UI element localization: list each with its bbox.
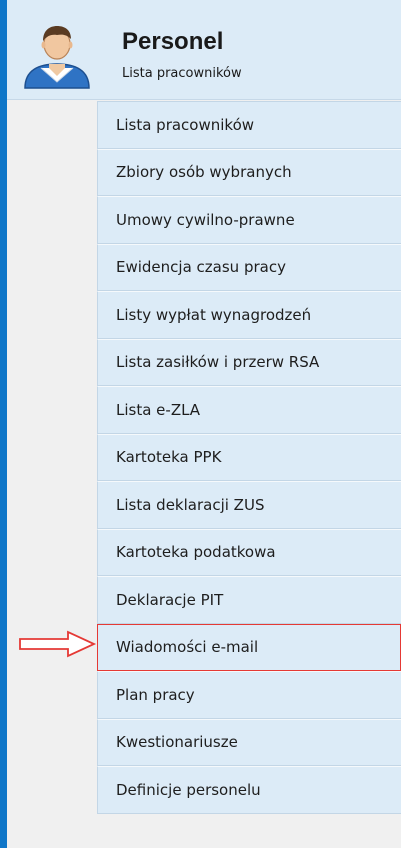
menu-list: Lista pracowników Zbiory osób wybranych … <box>97 101 401 814</box>
menu-item-wiadomosci-email[interactable]: Wiadomości e-mail <box>97 623 401 671</box>
menu-item-lista-pracownikow[interactable]: Lista pracowników <box>97 101 401 149</box>
arrow-right-icon <box>19 630 97 658</box>
menu-item-zbiory-osob-wybranych[interactable]: Zbiory osób wybranych <box>97 148 401 196</box>
menu-item-plan-pracy[interactable]: Plan pracy <box>97 671 401 719</box>
person-icon <box>24 26 90 89</box>
section-header: Personel Lista pracowników <box>7 0 401 100</box>
menu-item-ewidencja-czasu-pracy[interactable]: Ewidencja czasu pracy <box>97 243 401 291</box>
menu-item-definicje-personelu[interactable]: Definicje personelu <box>97 766 401 814</box>
menu-item-lista-zasilkow[interactable]: Lista zasiłków i przerw RSA <box>97 338 401 386</box>
menu-item-kartoteka-ppk[interactable]: Kartoteka PPK <box>97 433 401 481</box>
menu-item-listy-wyplat[interactable]: Listy wypłat wynagrodzeń <box>97 291 401 339</box>
page-subtitle: Lista pracowników <box>122 66 242 81</box>
menu-item-umowy-cywilno-prawne[interactable]: Umowy cywilno-prawne <box>97 196 401 244</box>
page-title: Personel <box>122 28 224 55</box>
menu-item-lista-deklaracji-zus[interactable]: Lista deklaracji ZUS <box>97 481 401 529</box>
menu-item-deklaracje-pit[interactable]: Deklaracje PIT <box>97 576 401 624</box>
menu-item-kwestionariusze[interactable]: Kwestionariusze <box>97 718 401 766</box>
window-left-border <box>0 0 7 848</box>
menu-item-lista-e-zla[interactable]: Lista e-ZLA <box>97 386 401 434</box>
menu-item-kartoteka-podatkowa[interactable]: Kartoteka podatkowa <box>97 528 401 576</box>
navigation-panel: Personel Lista pracowników Lista pracown… <box>7 0 401 848</box>
